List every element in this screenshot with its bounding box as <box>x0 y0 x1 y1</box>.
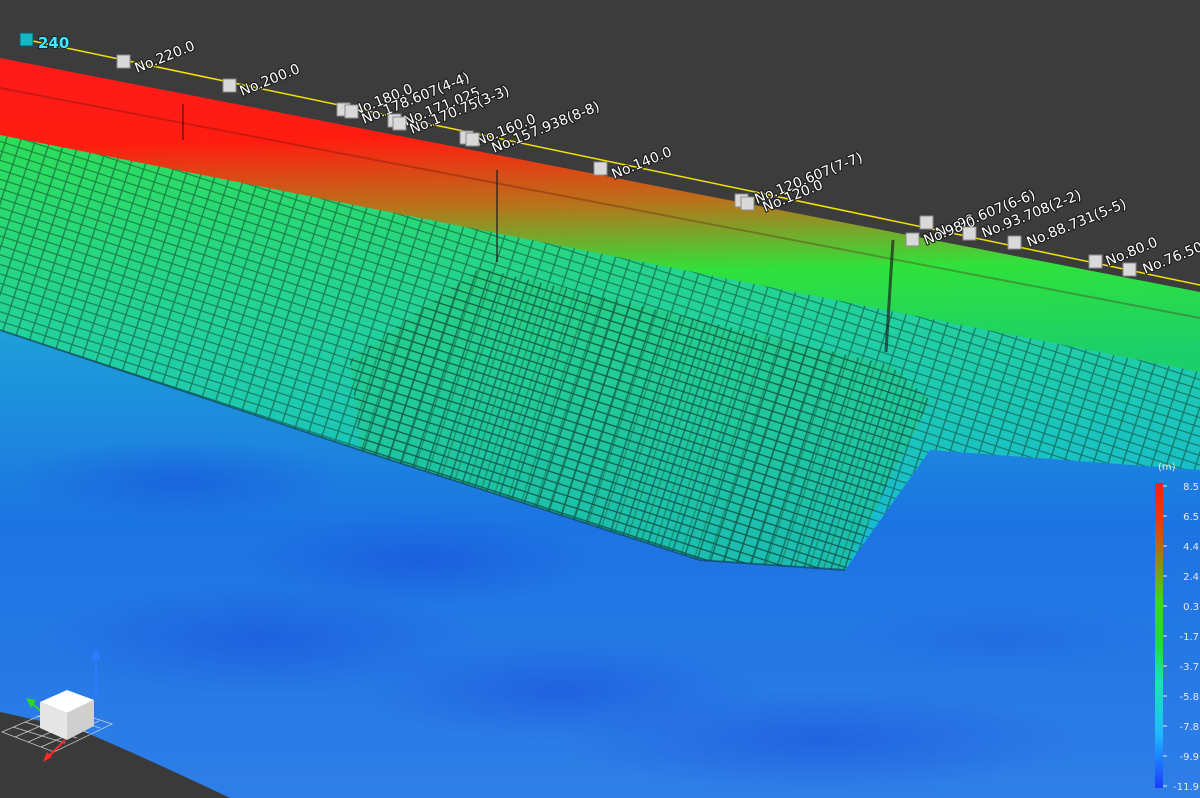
station-marker[interactable]: No.220.0 <box>116 37 198 78</box>
station-label: No.200.0 <box>238 61 303 100</box>
point-cloud-3d-viewport[interactable]: 240 No.220.0 No.200.0 No.180.0 No.178.60… <box>0 0 1200 798</box>
legend-tick-label: 6.5 <box>1183 512 1199 523</box>
legend-tick-label: -9.9 <box>1179 752 1199 763</box>
start-station-label: 240 <box>38 34 69 52</box>
legend-tick-label: -3.7 <box>1179 662 1199 673</box>
station-label: No.220.0 <box>133 38 198 77</box>
legend-tick-label: 8.5 <box>1183 482 1199 493</box>
legend-tick-label: -5.8 <box>1179 692 1199 703</box>
legend-tick-label: -7.8 <box>1179 722 1199 733</box>
legend-tick-label: 4.4 <box>1183 542 1199 553</box>
legend-tick-label: -11.9 <box>1173 782 1199 793</box>
legend-unit-label: (m) <box>1158 462 1176 473</box>
legend-tick-label: 0.3 <box>1183 602 1199 613</box>
legend-tick-label: 2.4 <box>1183 572 1199 583</box>
station-label: No.140.0 <box>610 144 675 183</box>
start-station-marker[interactable]: 240 <box>19 32 70 53</box>
station-marker[interactable]: No.200.0 <box>222 60 303 101</box>
legend-color-bar <box>1155 483 1163 788</box>
legend-tick-label: -1.7 <box>1179 632 1199 643</box>
